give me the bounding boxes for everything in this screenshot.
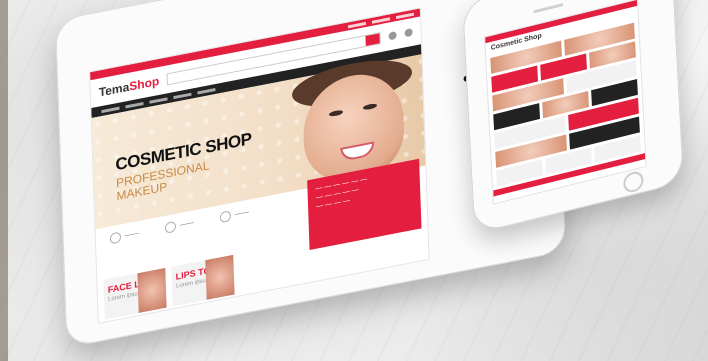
- left-edge-object: [0, 0, 8, 361]
- truck-icon: [109, 230, 122, 244]
- tablet-screen: TemaShop COSMETIC SHOP PROFESSIONAL MAKEU…: [89, 7, 430, 324]
- product-tiles: FACE LIFT Lorem ipsum LIPS TO Lorem ipsu…: [103, 254, 235, 320]
- cart-icon[interactable]: [404, 27, 413, 38]
- search-icon[interactable]: [365, 33, 380, 46]
- feature-item: ——: [164, 217, 194, 234]
- tile-lips[interactable]: LIPS TO Lorem ipsum: [171, 254, 235, 307]
- home-button[interactable]: [622, 169, 644, 195]
- tile-face-lift[interactable]: FACE LIFT Lorem ipsum: [103, 267, 167, 320]
- feature-item: ——: [109, 227, 139, 244]
- feature-item: ——: [219, 206, 249, 223]
- phone-speaker: [533, 3, 564, 14]
- support-icon: [164, 220, 177, 234]
- gift-icon: [219, 209, 232, 223]
- user-icon[interactable]: [388, 31, 397, 41]
- phone-screen: Cosmetic Shop: [484, 0, 647, 205]
